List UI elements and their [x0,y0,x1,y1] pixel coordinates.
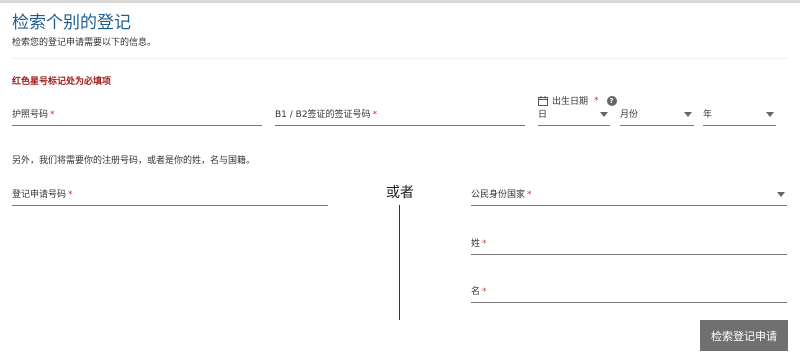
dob-year-select[interactable]: 年 [703,104,776,126]
registration-number-field[interactable]: 登记申请号码 * [12,176,328,206]
required-star: * [482,239,487,249]
required-star: * [482,287,487,297]
dob-day-value: 日 [538,110,548,120]
top-border [0,0,800,3]
required-star: * [50,110,55,120]
dob-month-value: 月份 [620,110,639,120]
required-star: * [68,190,73,200]
chevron-down-icon [684,112,692,117]
header-divider [12,58,788,59]
given-name-label: 名 * [471,287,487,297]
dob-year-value: 年 [703,110,713,120]
visa-number-field[interactable]: B1 / B2签证的签证号码 * [275,96,525,126]
dob-day-select[interactable]: 日 [538,104,610,126]
chevron-down-icon [777,192,785,197]
chevron-down-icon [600,112,608,117]
chevron-down-icon [766,112,774,117]
required-star: * [527,190,532,200]
or-separator-line [399,205,400,320]
alternative-info-note: 另外，我们将需要你的注册号码，或者是你的姓，名与国籍。 [12,156,256,166]
surname-field[interactable]: 姓 * [471,225,787,255]
registration-number-label: 登记申请号码 * [12,190,73,200]
citizenship-country-select[interactable]: 公民身份国家 * [471,176,787,206]
required-fields-note: 红色星号标记处为必填项 [12,77,112,87]
dob-month-select[interactable]: 月份 [620,104,694,126]
surname-label: 姓 * [471,239,487,249]
given-name-field[interactable]: 名 * [471,273,787,303]
or-separator-label: 或者 [386,185,414,201]
page-title: 检索个别的登记 [12,13,131,33]
citizenship-country-label: 公民身份国家 * [471,190,532,200]
passport-number-field[interactable]: 护照号码 * [12,96,262,126]
visa-number-label: B1 / B2签证的签证号码 * [275,110,378,120]
required-star: * [372,110,378,120]
search-registration-button[interactable]: 检索登记申请 [700,320,788,351]
passport-number-label: 护照号码 * [12,110,55,120]
page-subtitle: 检索您的登记申请需要以下的信息。 [12,38,157,48]
